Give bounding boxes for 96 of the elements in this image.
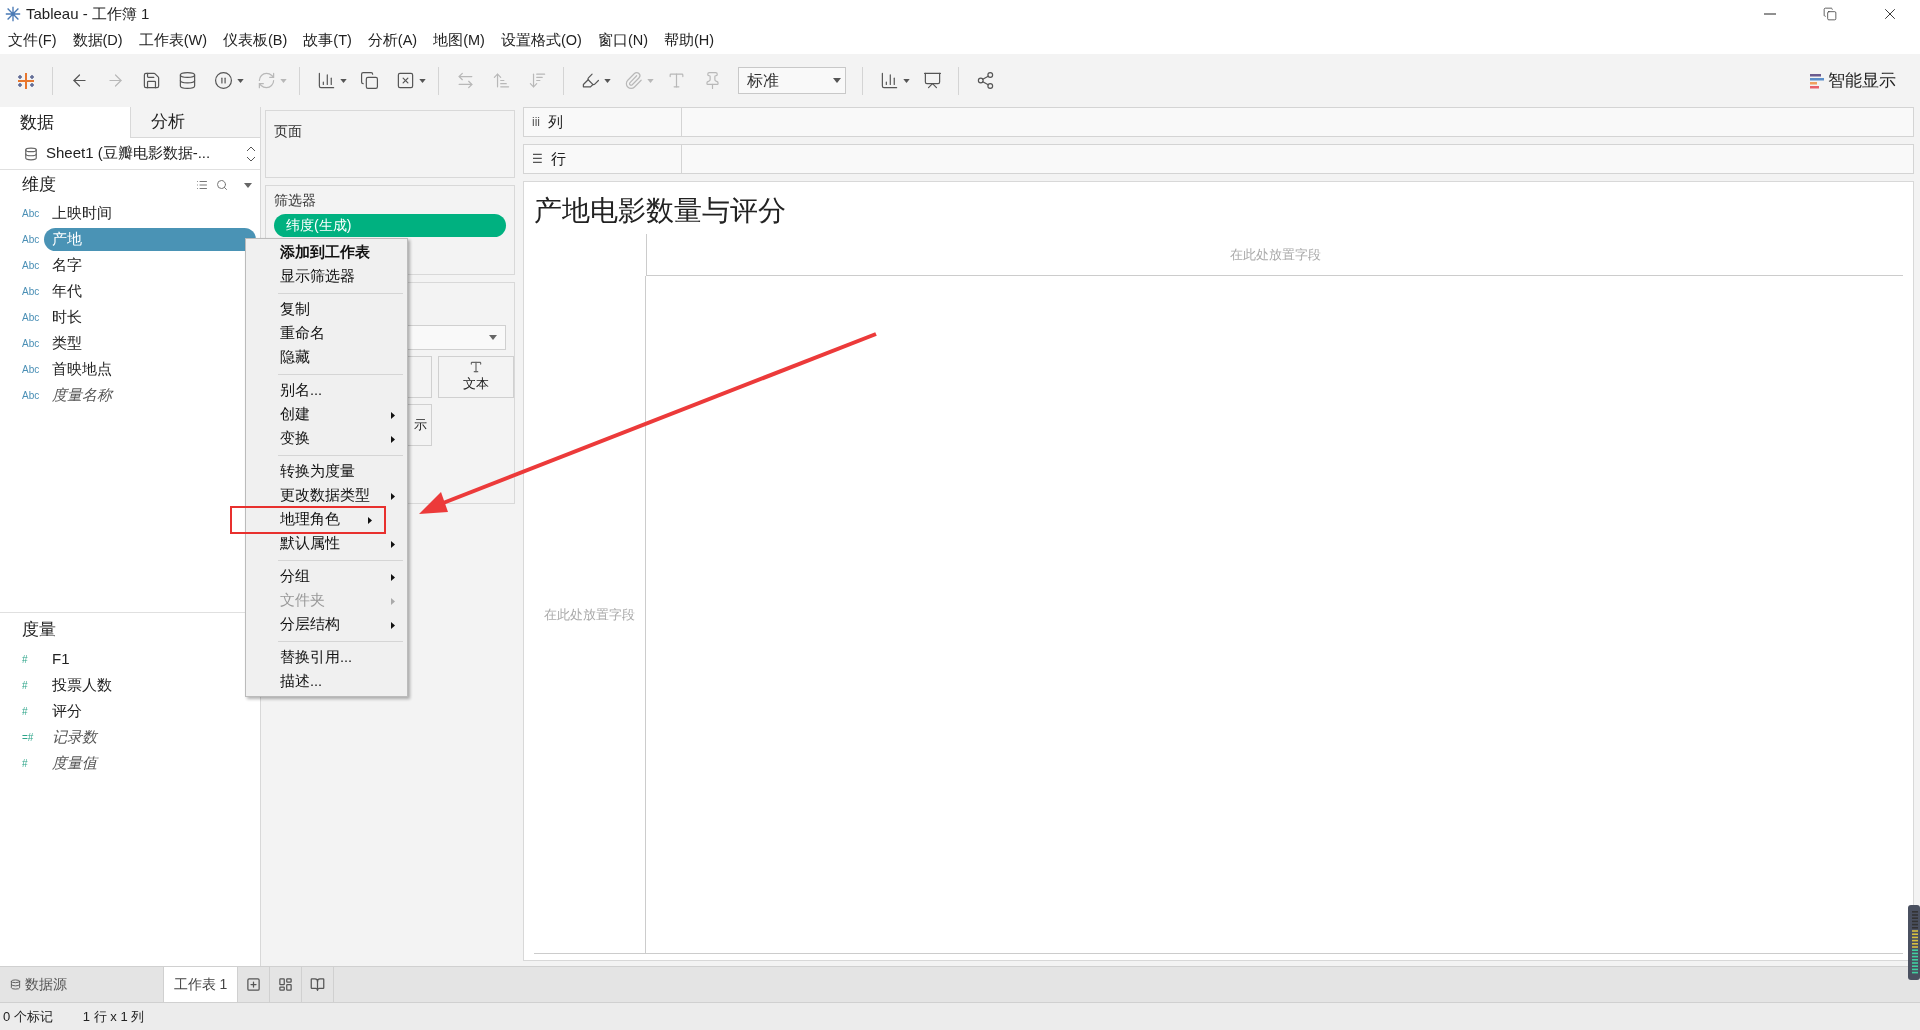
- sheet-tab[interactable]: 工作表 1: [163, 967, 238, 1002]
- show-me-button[interactable]: 智能显示: [1810, 67, 1896, 94]
- shelf-label: 行: [551, 148, 566, 169]
- menu-item[interactable]: 地图(M): [433, 30, 485, 52]
- menu-option[interactable]: 别名...: [246, 379, 407, 403]
- menu-option[interactable]: 隐藏: [246, 346, 407, 370]
- shelf-icon: ☰: [532, 150, 543, 168]
- submenu-arrow-icon: [391, 621, 395, 629]
- database-icon: [24, 146, 38, 161]
- submenu-arrow-icon: [391, 492, 395, 500]
- bar-chart-icon: [1810, 72, 1824, 89]
- field-type-icon: Abc: [22, 205, 44, 221]
- submenu-arrow-icon: [391, 435, 395, 443]
- menu-item[interactable]: 帮助(H): [664, 30, 715, 52]
- status-text: 1 行 x 1 列: [82, 1007, 145, 1026]
- card-title: 页面: [274, 123, 302, 139]
- menu-option[interactable]: 复制: [246, 298, 407, 322]
- view-title: 产地电影数量与评分: [534, 194, 787, 228]
- fit-dropdown[interactable]: 标准: [738, 67, 846, 94]
- text-icon: [469, 360, 483, 375]
- menu-option[interactable]: 分组: [246, 565, 407, 589]
- caret-icon: [340, 78, 347, 83]
- dashboard-icon: [278, 977, 293, 992]
- scroll-arrows-icon: [246, 144, 256, 163]
- book-icon: [310, 977, 325, 992]
- caret-icon: [903, 78, 910, 83]
- caret-icon: [604, 78, 611, 83]
- field-type-icon: #: [22, 703, 44, 719]
- menu-item[interactable]: 文件(F): [8, 30, 57, 52]
- shelf-icon: iii: [532, 113, 540, 131]
- field-type-icon: Abc: [22, 309, 44, 325]
- level-meter-icon: [1908, 905, 1920, 980]
- data-source-tab[interactable]: 数据源: [0, 967, 163, 1002]
- caret-icon: [419, 78, 426, 83]
- window-title: Tableau - 工作簿 1: [26, 3, 150, 24]
- drop-zone-hint: 在此处放置字段: [544, 605, 635, 624]
- restore-icon: [1823, 7, 1837, 21]
- menu-option[interactable]: 创建: [246, 403, 407, 427]
- menu-option[interactable]: 分层结构: [246, 613, 407, 637]
- menu-option[interactable]: 显示筛选器: [246, 265, 407, 289]
- field-item[interactable]: 上映时间: [44, 201, 256, 225]
- field-type-icon: =#: [22, 729, 44, 745]
- field-type-icon: Abc: [22, 283, 44, 299]
- field-item[interactable]: 评分: [44, 699, 256, 723]
- app-icon: [4, 5, 22, 23]
- minimize-icon: [1764, 13, 1776, 15]
- menu-option[interactable]: 转换为度量: [246, 460, 407, 484]
- submenu-arrow-icon: [391, 597, 395, 605]
- caret-icon: [280, 78, 287, 83]
- database-icon: [10, 979, 21, 990]
- field-item[interactable]: 度量值: [44, 751, 256, 775]
- menu-item[interactable]: 窗口(N): [597, 30, 649, 52]
- section-title: 维度: [22, 174, 57, 197]
- shelf-label: 列: [548, 111, 563, 132]
- field-type-icon: #: [22, 677, 44, 693]
- caret-icon: [647, 78, 654, 83]
- caret-icon: [489, 335, 497, 340]
- field-type-icon: Abc: [22, 387, 44, 403]
- menu-option[interactable]: 替换引用...: [246, 646, 407, 670]
- menu-item[interactable]: 仪表板(B): [223, 30, 288, 52]
- field-type-icon: #: [22, 755, 44, 771]
- menu-option[interactable]: 变换: [246, 427, 407, 451]
- list-icon: [196, 179, 208, 191]
- card-title: 筛选器: [274, 191, 317, 210]
- field-type-icon: Abc: [22, 361, 44, 377]
- menu-option[interactable]: 更改数据类型: [246, 484, 407, 508]
- menu-option[interactable]: 重命名: [246, 322, 407, 346]
- status-text: 0 个标记: [3, 1007, 53, 1026]
- section-title: 度量: [22, 618, 56, 641]
- logo-icon: [16, 70, 36, 91]
- search-icon: [216, 179, 228, 191]
- submenu-arrow-icon: [368, 516, 372, 524]
- caret-icon: [237, 78, 244, 83]
- submenu-arrow-icon: [391, 573, 395, 581]
- menu-item[interactable]: 工作表(W): [138, 30, 207, 52]
- field-type-icon: Abc: [22, 335, 44, 351]
- drop-zone-hint: 在此处放置字段: [1229, 245, 1321, 264]
- menu-item[interactable]: 故事(T): [303, 30, 352, 52]
- field-type-icon: Abc: [22, 231, 44, 247]
- menu-option[interactable]: 描述...: [246, 670, 407, 694]
- menu-item[interactable]: 数据(D): [72, 30, 123, 52]
- text-property-button[interactable]: 文本: [438, 356, 514, 398]
- field-type-icon: Abc: [22, 257, 44, 273]
- submenu-arrow-icon: [391, 411, 395, 419]
- caret-icon: [833, 78, 841, 83]
- sheet-plus-icon: [246, 977, 261, 992]
- data-source-name: Sheet1 (豆瓣电影数据-...: [46, 143, 212, 164]
- menu-item[interactable]: 设置格式(O): [500, 30, 582, 52]
- caret-icon: [244, 182, 252, 188]
- menu-item[interactable]: 分析(A): [367, 30, 418, 52]
- side-tab[interactable]: 分析: [129, 107, 260, 138]
- field-type-icon: #: [22, 651, 44, 667]
- menu-option[interactable]: 默认属性: [246, 532, 407, 556]
- field-item[interactable]: 记录数: [44, 725, 256, 749]
- menu-option[interactable]: 地理角色: [232, 508, 384, 532]
- submenu-arrow-icon: [391, 540, 395, 548]
